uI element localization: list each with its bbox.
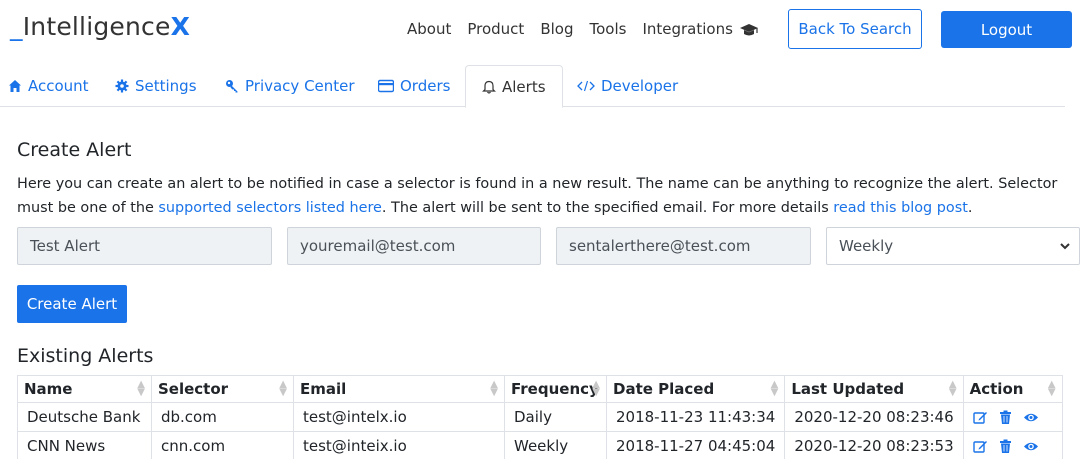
logo[interactable]: _IntelligenceX (10, 12, 190, 41)
cell-last-updated: 2020-12-20 08:23:53 (784, 431, 964, 459)
tab-developer-label: Developer (601, 77, 679, 95)
tab-account[interactable]: Account (4, 65, 93, 107)
col-selector[interactable]: Selector ▲ ▼ (151, 375, 294, 403)
graduation-cap-icon[interactable] (739, 20, 759, 40)
alert-name-input[interactable]: Test Alert (17, 227, 272, 265)
col-action[interactable]: Action ▲ ▼ (962, 375, 1063, 403)
edit-icon[interactable] (972, 410, 988, 425)
sort-icon: ▲ ▼ (490, 379, 498, 398)
cell-selector: cnn.com (151, 431, 294, 459)
sort-icon: ▲ ▼ (592, 379, 600, 398)
back-to-search-button[interactable]: Back To Search (788, 9, 922, 49)
key-icon (226, 80, 238, 93)
desc-text-3: . (967, 200, 973, 216)
tab-settings[interactable]: Settings (111, 65, 201, 107)
cell-name: Deutsche Bank (17, 402, 152, 432)
nav-product[interactable]: Product (467, 20, 524, 38)
alerts-table: Name ▲ ▼ Selector ▲ ▼ Email ▲ ▼ Frequency ▲ ▼ Da… (17, 375, 1063, 459)
sort-icon: ▲ ▼ (770, 379, 779, 398)
logout-button[interactable]: Logout (941, 11, 1072, 48)
col-last-updated-label: Last Updated (791, 380, 905, 398)
tab-settings-label: Settings (135, 77, 197, 95)
eye-icon[interactable] (1023, 410, 1039, 425)
trash-icon[interactable] (998, 410, 1013, 425)
bell-icon (482, 80, 496, 94)
edit-icon[interactable] (972, 439, 988, 454)
cell-date-placed: 2018-11-27 04:45:04 (605, 431, 786, 459)
account-tabs: Account Settings Privacy Center Orders A… (0, 65, 1065, 108)
tab-alerts-label: Alerts (502, 77, 546, 96)
credit-card-icon (378, 79, 394, 93)
tab-alerts[interactable]: Alerts (465, 65, 563, 108)
tab-privacy-center[interactable]: Privacy Center (221, 65, 359, 107)
tab-developer[interactable]: Developer (573, 65, 682, 107)
col-frequency[interactable]: Frequency ▲ ▼ (504, 375, 607, 403)
nav-about[interactable]: About (407, 20, 451, 38)
col-frequency-label: Frequency (511, 380, 599, 398)
gear-icon (115, 79, 129, 93)
col-email[interactable]: Email ▲ ▼ (293, 375, 505, 403)
col-name-label: Name (24, 380, 73, 398)
create-alert-button[interactable]: Create Alert (17, 285, 127, 323)
logo-name: Intelligence (22, 12, 171, 41)
sort-icon: ▲ ▼ (948, 379, 957, 398)
cell-frequency: Daily (504, 402, 607, 432)
code-icon (577, 80, 595, 92)
col-selector-label: Selector (158, 380, 229, 398)
supported-selectors-link[interactable]: supported selectors listed here (158, 200, 382, 216)
col-last-updated[interactable]: Last Updated ▲ ▼ (784, 375, 964, 403)
tab-orders-label: Orders (400, 77, 451, 95)
col-name[interactable]: Name ▲ ▼ (17, 375, 152, 403)
alert-email-input[interactable]: youremail@test.com (287, 227, 541, 265)
trash-icon[interactable] (998, 439, 1013, 454)
desc-text-2: . The alert will be sent to the specifie… (381, 200, 834, 216)
col-date-placed-label: Date Placed (613, 380, 715, 398)
cell-email: test@intelx.io (293, 402, 505, 432)
cell-date-placed: 2018-11-23 11:43:34 (605, 402, 786, 432)
create-alert-description: Here you can create an alert to be notif… (17, 172, 1077, 220)
cell-action (962, 431, 1063, 459)
logo-x: X (170, 12, 191, 41)
nav-tools[interactable]: Tools (589, 20, 626, 38)
existing-alerts-heading: Existing Alerts (17, 345, 154, 367)
cell-name: CNN News (17, 431, 152, 459)
cell-last-updated: 2020-12-20 08:23:46 (784, 402, 964, 432)
col-action-label: Action (969, 380, 1024, 398)
top-nav: About Product Blog Tools Integrations (407, 20, 733, 38)
sort-icon: ▲ ▼ (137, 379, 145, 398)
logo-underscore: _ (10, 12, 23, 41)
nav-integrations[interactable]: Integrations (642, 20, 732, 38)
table-row: Deutsche Bank db.com test@intelx.io Dail… (17, 402, 1063, 432)
tab-orders[interactable]: Orders (374, 65, 454, 107)
col-date-placed[interactable]: Date Placed ▲ ▼ (605, 375, 786, 403)
cell-frequency: Weekly (504, 431, 607, 459)
create-alert-heading: Create Alert (17, 139, 132, 161)
sort-icon: ▲ ▼ (279, 379, 287, 398)
home-icon (9, 80, 21, 92)
frequency-select[interactable]: Weekly (826, 227, 1080, 265)
alert-send-to-input[interactable]: sentalerthere@test.com (556, 227, 811, 265)
nav-blog[interactable]: Blog (540, 20, 573, 38)
cell-email: test@inteix.io (293, 431, 505, 459)
chevron-down-icon (1060, 243, 1070, 250)
tab-account-label: Account (28, 77, 89, 95)
eye-icon[interactable] (1023, 439, 1039, 454)
table-row: CNN News cnn.com test@inteix.io Weekly 2… (17, 431, 1063, 459)
cell-selector: db.com (151, 402, 294, 432)
blog-post-link[interactable]: read this blog post (833, 200, 968, 216)
tab-privacy-center-label: Privacy Center (245, 77, 355, 95)
frequency-selected: Weekly (839, 237, 894, 255)
col-email-label: Email (300, 380, 347, 398)
table-header-row: Name ▲ ▼ Selector ▲ ▼ Email ▲ ▼ Frequency ▲ ▼ Da… (17, 375, 1063, 403)
sort-icon: ▲ ▼ (1047, 379, 1056, 398)
cell-action (962, 402, 1063, 432)
